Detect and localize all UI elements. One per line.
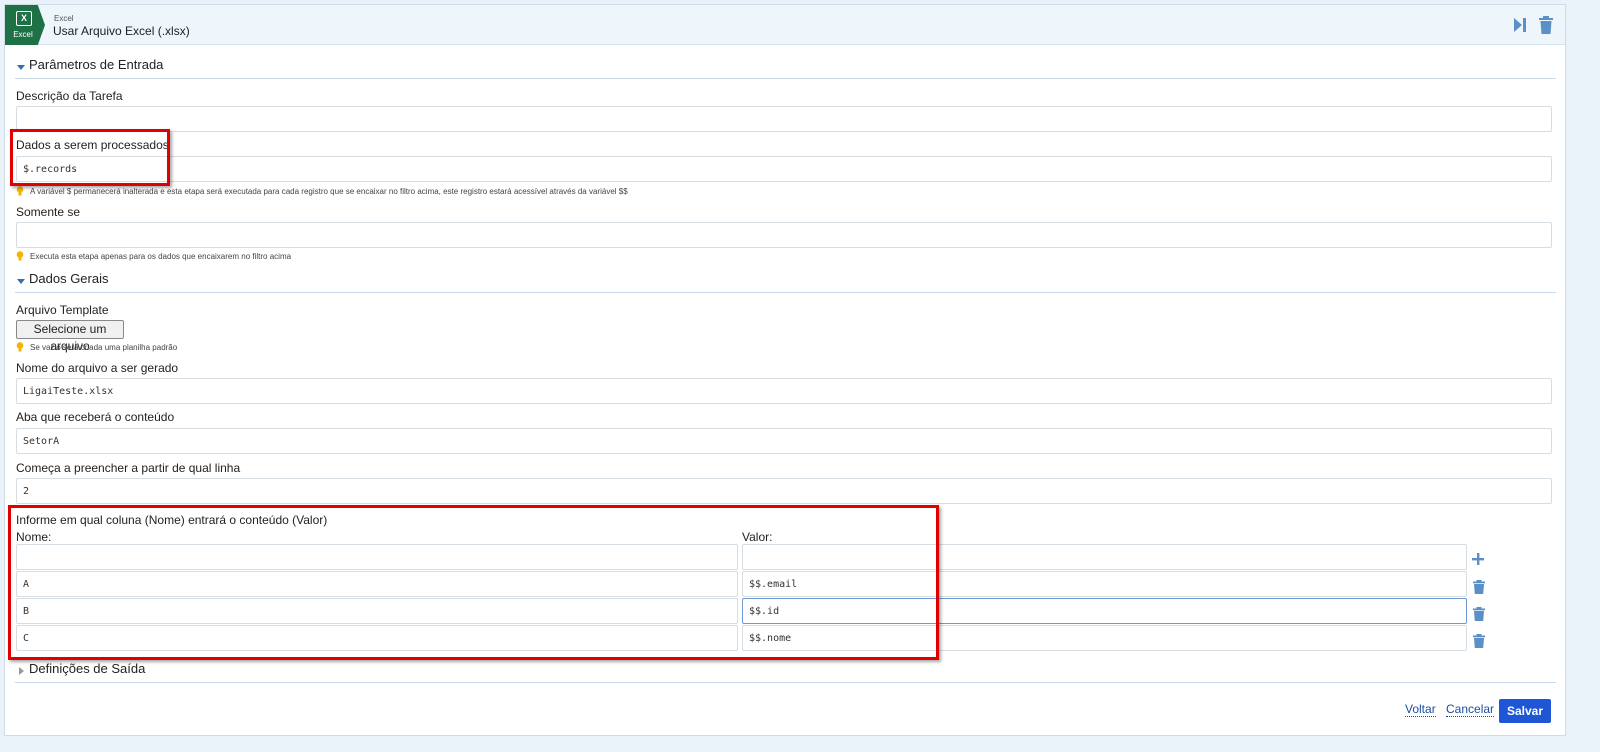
column-value-input-b[interactable] [742, 598, 1467, 624]
caret-down-icon [17, 279, 25, 284]
select-file-button[interactable]: Selecione um arquivo [16, 320, 124, 353]
data-to-process-hint: A variável $ permanecerá inalterada e es… [16, 186, 628, 196]
column-value-input-c[interactable] [742, 625, 1467, 651]
task-title: Usar Arquivo Excel (.xlsx) [53, 24, 190, 38]
skip-forward-icon[interactable] [1511, 15, 1529, 35]
caret-right-icon [19, 667, 24, 675]
columns-label: Informe em qual coluna (Nome) entrará o … [16, 513, 328, 527]
lightbulb-icon [16, 342, 24, 352]
delete-row-trash-icon[interactable] [1471, 606, 1487, 622]
column-name-input-b[interactable] [16, 598, 738, 624]
cancel-link[interactable]: Cancelar [1446, 703, 1495, 717]
trash-icon[interactable] [1537, 15, 1555, 35]
caret-down-icon [17, 65, 25, 70]
section-general-data[interactable]: Dados Gerais [15, 269, 1556, 293]
section-title: Definições de Saída [29, 661, 146, 676]
section-input-params[interactable]: Parâmetros de Entrada [15, 55, 1556, 79]
task-type: Excel [54, 14, 74, 23]
start-row-input[interactable] [16, 478, 1552, 504]
data-to-process-input[interactable] [16, 156, 1552, 182]
excel-icon: X [16, 11, 32, 26]
delete-row-trash-icon[interactable] [1471, 633, 1487, 649]
new-name-input[interactable] [16, 544, 738, 570]
sheet-input[interactable] [16, 428, 1552, 454]
file-name-input[interactable] [16, 378, 1552, 404]
template-file-hint: Se vazio será criada uma planilha padrão [16, 342, 177, 352]
file-name-label: Nome do arquivo a ser gerado [16, 361, 179, 375]
new-value-input[interactable] [742, 544, 1467, 570]
value-column-header: Valor: [742, 530, 773, 544]
task-header: X Excel Excel Usar Arquivo Excel (.xlsx) [5, 5, 1565, 45]
task-description-label: Descrição da Tarefa [16, 89, 123, 103]
section-output[interactable]: Definições de Saída [15, 659, 1556, 683]
name-column-header: Nome: [16, 530, 52, 544]
only-if-hint: Executa esta etapa apenas para os dados … [16, 251, 291, 261]
template-file-label: Arquivo Template [16, 303, 109, 317]
column-value-input-a[interactable] [742, 571, 1467, 597]
data-to-process-label: Dados a serem processados [16, 138, 169, 152]
section-title: Parâmetros de Entrada [29, 57, 164, 72]
excel-logo: X Excel [5, 5, 45, 45]
lightbulb-icon [16, 186, 24, 196]
lightbulb-icon [16, 251, 24, 261]
column-name-input-a[interactable] [16, 571, 738, 597]
delete-row-trash-icon[interactable] [1471, 579, 1487, 595]
task-description-input[interactable] [16, 106, 1552, 132]
only-if-input[interactable] [16, 222, 1552, 248]
task-editor-panel: X Excel Excel Usar Arquivo Excel (.xlsx)… [4, 4, 1566, 736]
save-button[interactable]: Salvar [1499, 699, 1551, 723]
sheet-label: Aba que receberá o conteúdo [16, 410, 175, 424]
start-row-label: Começa a preencher a partir de qual linh… [16, 461, 241, 475]
only-if-label: Somente se [16, 205, 81, 219]
section-title: Dados Gerais [29, 271, 109, 286]
back-link[interactable]: Voltar [1405, 703, 1436, 717]
logo-label: Excel [13, 30, 33, 39]
add-row-plus-icon[interactable] [1470, 551, 1486, 567]
column-name-input-c[interactable] [16, 625, 738, 651]
